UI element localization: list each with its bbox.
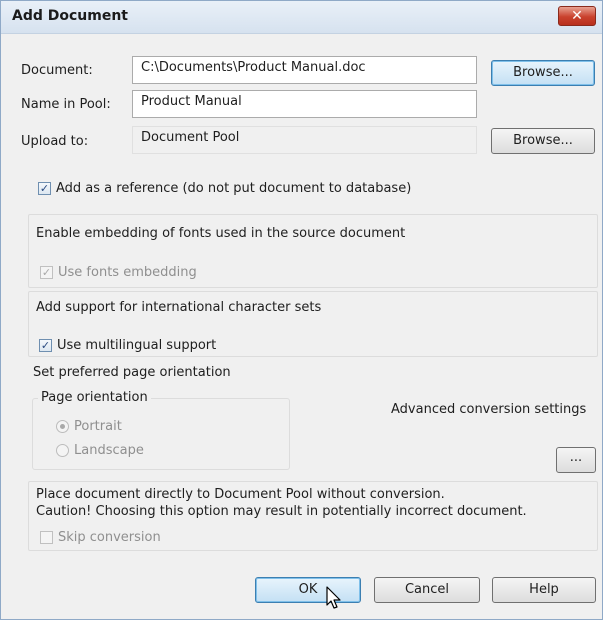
skip-line-1: Place document directly to Document Pool…: [36, 487, 445, 502]
dialog-title: Add Document: [12, 8, 128, 24]
portrait-radio[interactable]: [56, 420, 69, 433]
advanced-settings-button[interactable]: ...: [556, 447, 596, 473]
skip-conversion-label: Skip conversion: [58, 530, 161, 545]
fonts-embedding-panel: Enable embedding of fonts used in the so…: [28, 214, 598, 288]
multilingual-checkbox[interactable]: ✓: [39, 339, 52, 352]
multilingual-option[interactable]: ✓ Use multilingual support: [39, 338, 216, 353]
title-bar[interactable]: Add Document ✕: [1, 1, 602, 34]
landscape-radio[interactable]: [56, 444, 69, 457]
add-document-dialog: Add Document ✕ Document: C:\Documents\Pr…: [0, 0, 603, 620]
name-in-pool-label: Name in Pool:: [21, 97, 111, 112]
fonts-embedding-label: Use fonts embedding: [58, 265, 197, 280]
mouse-cursor-icon: [326, 586, 341, 609]
document-path-field[interactable]: C:\Documents\Product Manual.doc: [132, 56, 477, 84]
skip-conversion-option[interactable]: Skip conversion: [40, 530, 161, 545]
cancel-button[interactable]: Cancel: [374, 577, 480, 603]
help-button[interactable]: Help: [492, 577, 596, 603]
portrait-option[interactable]: Portrait: [56, 419, 122, 434]
international-panel: Add support for international character …: [28, 291, 598, 357]
fonts-embedding-option[interactable]: ✓ Use fonts embedding: [40, 265, 197, 280]
upload-to-label: Upload to:: [21, 134, 89, 149]
multilingual-label: Use multilingual support: [57, 338, 217, 353]
close-icon: ✕: [571, 8, 583, 24]
skip-line-2: Caution! Choosing this option may result…: [36, 504, 527, 519]
skip-conversion-panel: Place document directly to Document Pool…: [28, 481, 598, 551]
landscape-label: Landscape: [74, 443, 144, 458]
landscape-option[interactable]: Landscape: [56, 443, 144, 458]
skip-conversion-checkbox[interactable]: [40, 531, 53, 544]
page-orientation-legend: Page orientation: [38, 390, 151, 405]
name-in-pool-field[interactable]: Product Manual: [132, 90, 477, 118]
fonts-heading: Enable embedding of fonts used in the so…: [36, 226, 406, 241]
portrait-label: Portrait: [74, 419, 122, 434]
document-label: Document:: [21, 63, 93, 78]
add-reference-checkbox[interactable]: ✓: [38, 182, 51, 195]
document-browse-button[interactable]: Browse...: [491, 60, 595, 86]
advanced-settings-label: Advanced conversion settings: [391, 402, 587, 417]
add-reference-option[interactable]: ✓ Add as a reference (do not put documen…: [38, 181, 411, 196]
page-orientation-group: [32, 398, 290, 470]
orientation-heading: Set preferred page orientation: [33, 365, 231, 380]
fonts-embedding-checkbox[interactable]: ✓: [40, 266, 53, 279]
upload-browse-button[interactable]: Browse...: [491, 128, 595, 154]
upload-to-field: Document Pool: [132, 126, 477, 154]
international-heading: Add support for international character …: [36, 300, 322, 315]
close-button[interactable]: ✕: [558, 6, 596, 26]
add-reference-label: Add as a reference (do not put document …: [56, 181, 412, 196]
